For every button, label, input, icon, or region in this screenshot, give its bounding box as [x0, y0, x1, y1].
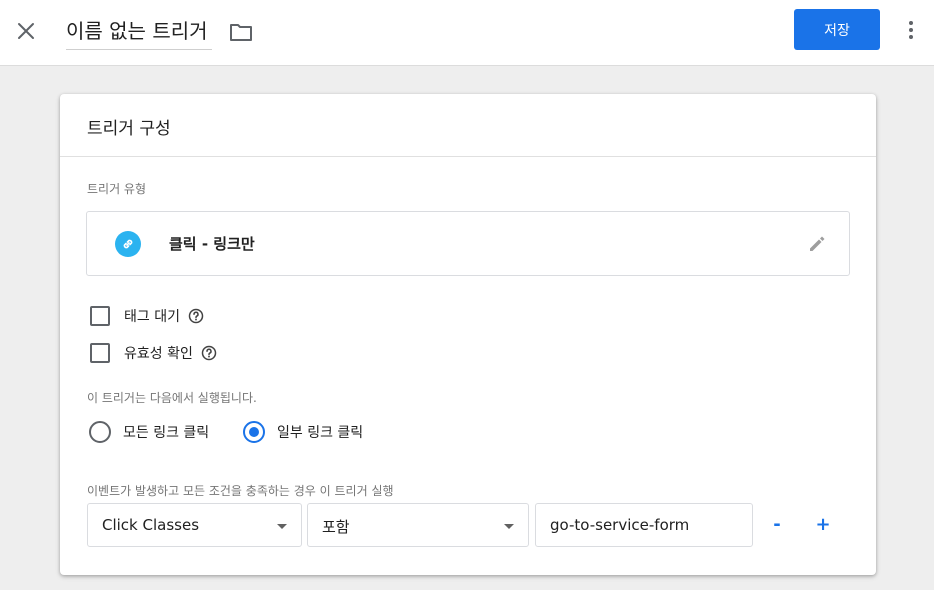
more-vert-icon[interactable]	[900, 16, 922, 44]
trigger-type-label: 트리거 유형	[87, 182, 147, 196]
check-validation-checkbox[interactable]: 유효성 확인	[90, 341, 217, 365]
radio-label: 모든 링크 클릭	[123, 425, 210, 441]
trigger-name-input[interactable]: 이름 없는 트리거	[66, 14, 212, 50]
radio-button[interactable]	[89, 421, 111, 443]
checkbox-box[interactable]	[90, 343, 110, 363]
help-icon[interactable]	[201, 345, 217, 361]
remove-condition-button[interactable]: -	[765, 512, 789, 536]
trigger-config-card: 트리거 구성 트리거 유형 클릭 - 링크만 태그 대기 유효성 확인 이 트리…	[60, 94, 876, 575]
dropdown-arrow-icon	[277, 524, 287, 529]
top-bar: 이름 없는 트리거 저장	[0, 0, 934, 66]
checkbox-label: 태그 대기	[124, 309, 180, 325]
radio-label: 일부 링크 클릭	[277, 425, 364, 441]
dropdown-arrow-icon	[504, 524, 514, 529]
link-icon	[115, 231, 141, 257]
save-button[interactable]: 저장	[794, 9, 880, 50]
condition-label: 이벤트가 발생하고 모든 조건을 충족하는 경우 이 트리거 실행	[87, 484, 394, 498]
condition-value-input[interactable]	[535, 503, 753, 547]
checkbox-label: 유효성 확인	[124, 346, 193, 362]
close-icon[interactable]	[12, 17, 40, 45]
operator-select-value: 포함	[322, 518, 350, 536]
operator-select[interactable]: 포함	[307, 503, 529, 547]
radio-all-link-clicks[interactable]: 모든 링크 클릭	[89, 420, 209, 444]
add-condition-button[interactable]: +	[811, 512, 835, 536]
checkbox-box[interactable]	[90, 306, 110, 326]
edit-icon[interactable]	[805, 232, 829, 256]
radio-some-link-clicks[interactable]: 일부 링크 클릭	[243, 420, 363, 444]
card-header: 트리거 구성	[60, 94, 876, 157]
folder-icon[interactable]	[228, 20, 254, 44]
fires-on-label: 이 트리거는 다음에서 실행됩니다.	[87, 391, 257, 405]
variable-select[interactable]: Click Classes	[87, 503, 302, 547]
trigger-type-name: 클릭 - 링크만	[169, 235, 255, 253]
variable-select-value: Click Classes	[102, 516, 200, 534]
card-title: 트리거 구성	[87, 119, 171, 139]
wait-for-tags-checkbox[interactable]: 태그 대기	[90, 304, 204, 328]
trigger-type-selector[interactable]: 클릭 - 링크만	[86, 211, 850, 276]
help-icon[interactable]	[188, 308, 204, 324]
radio-button[interactable]	[243, 421, 265, 443]
